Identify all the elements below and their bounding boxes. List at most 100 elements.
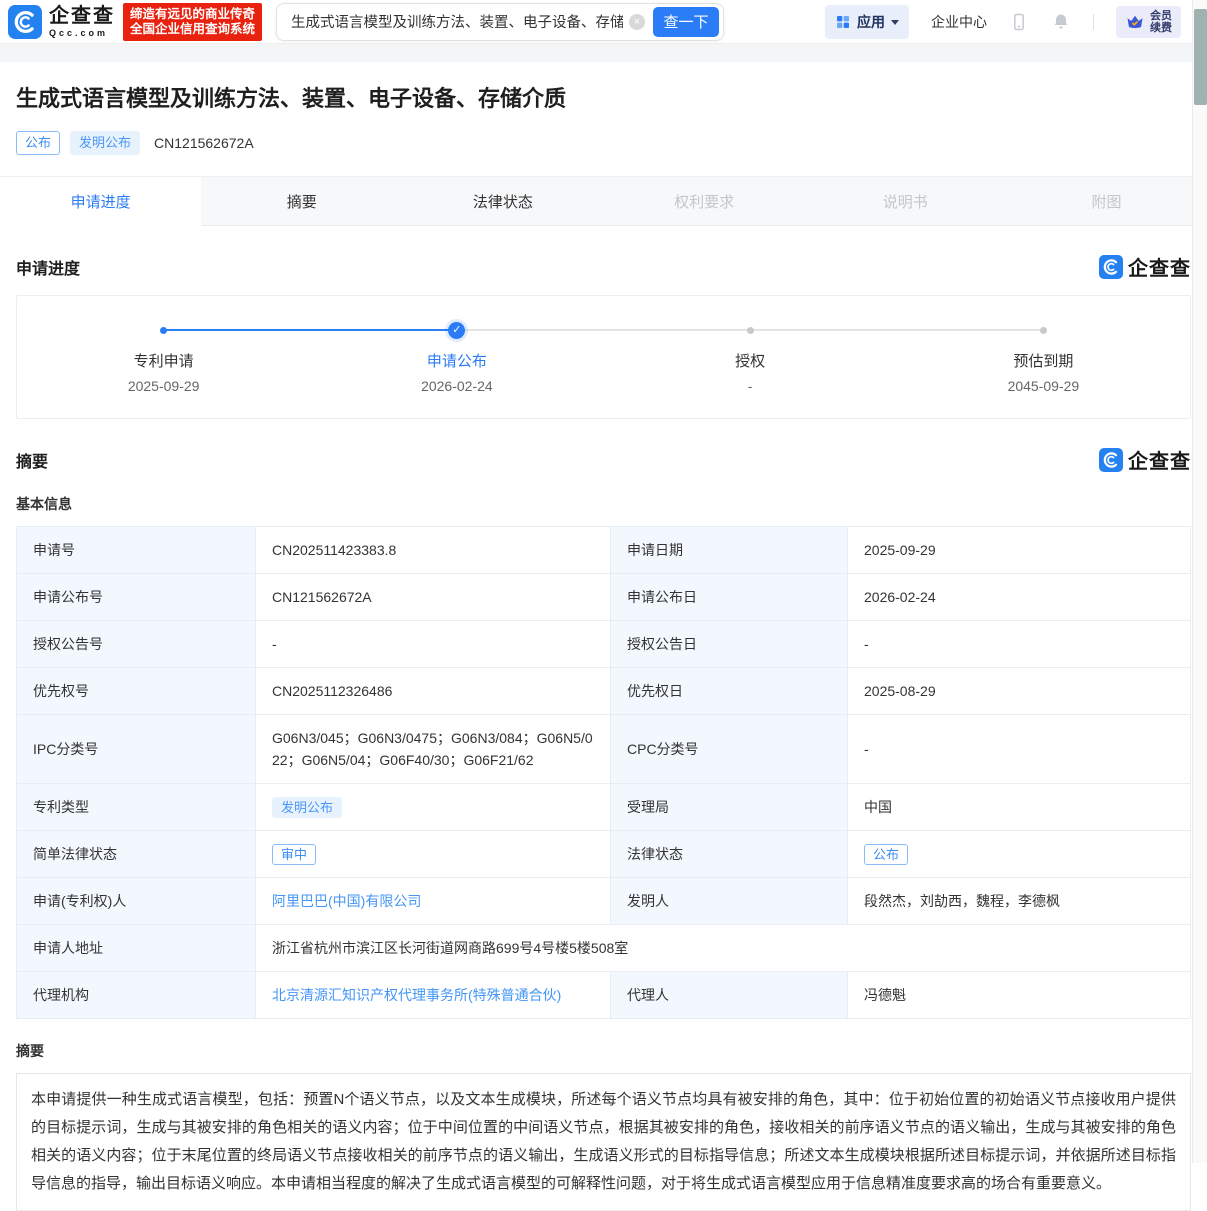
qcc-watermark: 企查查 xyxy=(1099,445,1191,474)
table-row: 专利类型 发明公布 受理局 中国 xyxy=(17,784,1191,831)
timeline-dot xyxy=(160,322,167,338)
top-header: 企查查 Qcc.com 缔造有远见的商业传奇 全国企业信用查询系统 × 查一下 … xyxy=(0,0,1207,44)
chevron-down-icon xyxy=(891,20,899,25)
tab-abstract[interactable]: 摘要 xyxy=(201,177,402,225)
notification-bell-icon[interactable] xyxy=(1051,12,1071,32)
table-row: 代理机构 北京清源汇知识产权代理事务所(特殊普通合伙) 代理人 冯德魁 xyxy=(17,972,1191,1019)
scrollbar-thumb[interactable] xyxy=(1194,9,1207,105)
simple-legal-status-badge: 审中 xyxy=(272,844,316,865)
apps-grid-icon xyxy=(835,14,851,30)
applicant-link[interactable]: 阿里巴巴(中国)有限公司 xyxy=(272,893,421,909)
timeline-step-date: 2026-02-24 xyxy=(421,378,493,394)
field-label: 简单法律状态 xyxy=(17,831,256,878)
summary-section-header: 摘要 企查查 xyxy=(16,445,1191,474)
field-label: IPC分类号 xyxy=(17,715,256,784)
field-value: CN202511423383.8 xyxy=(256,527,611,574)
field-value: 段然杰，刘劼西，魏程，李德枫 xyxy=(848,878,1191,925)
header-divider xyxy=(1093,14,1094,30)
legal-status-badge: 公布 xyxy=(864,844,908,865)
table-row: 授权公告号 - 授权公告日 - xyxy=(17,621,1191,668)
member-renew-button[interactable]: 会员 续费 xyxy=(1116,6,1181,38)
qcc-logo[interactable]: 企查查 Qcc.com xyxy=(8,5,115,39)
tab-application-progress[interactable]: 申请进度 xyxy=(0,177,201,226)
field-value: - xyxy=(256,621,611,668)
field-label: 发明人 xyxy=(611,878,848,925)
summary-section: 摘要 企查查 基本信息 申请号 CN202511423383.8 申请日期 20… xyxy=(0,445,1207,1211)
timeline-step-publication: ✓ 申请公布 2026-02-24 xyxy=(310,322,603,394)
timeline-dot: ✓ xyxy=(448,322,465,338)
field-value: 北京清源汇知识产权代理事务所(特殊普通合伙) xyxy=(256,972,611,1019)
qcc-watermark-icon xyxy=(1099,255,1123,279)
table-row: 申请(专利权)人 阿里巴巴(中国)有限公司 发明人 段然杰，刘劼西，魏程，李德枫 xyxy=(17,878,1191,925)
field-label: CPC分类号 xyxy=(611,715,848,784)
field-label: 申请人地址 xyxy=(17,925,256,972)
field-value: - xyxy=(848,715,1191,784)
field-label: 代理机构 xyxy=(17,972,256,1019)
page-gap xyxy=(0,44,1207,62)
field-label: 授权公告号 xyxy=(17,621,256,668)
search-button[interactable]: 查一下 xyxy=(653,7,719,37)
timeline-step-label: 授权 xyxy=(735,350,765,371)
table-row: 优先权号 CN2025112326486 优先权日 2025-08-29 xyxy=(17,668,1191,715)
detail-tabs: 申请进度 摘要 法律状态 权利要求 说明书 附图 xyxy=(0,176,1207,226)
page-scrollbar[interactable] xyxy=(1192,0,1207,1163)
field-value: 浙江省杭州市滨江区长河街道网商路699号4号楼5楼508室 xyxy=(256,925,1191,972)
slogan-line-1: 缔造有远见的商业传奇 xyxy=(130,7,255,22)
qcc-watermark-text: 企查查 xyxy=(1128,445,1191,474)
brand-text: 企查查 Qcc.com xyxy=(49,6,115,38)
tab-legal-status[interactable]: 法律状态 xyxy=(402,177,603,225)
check-icon: ✓ xyxy=(448,322,465,339)
agency-link[interactable]: 北京清源汇知识产权代理事务所(特殊普通合伙) xyxy=(272,987,561,1003)
field-label: 申请公布号 xyxy=(17,574,256,621)
patent-type-badge: 发明公布 xyxy=(272,797,342,818)
field-value: 冯德魁 xyxy=(848,972,1191,1019)
slogan-line-2: 全国企业信用查询系统 xyxy=(130,22,255,37)
progress-timeline: 专利申请 2025-09-29 ✓ 申请公布 2026-02-24 授权 - 预… xyxy=(17,322,1190,394)
mobile-phone-icon[interactable] xyxy=(1009,12,1029,32)
search-input[interactable] xyxy=(289,13,625,31)
field-label: 优先权日 xyxy=(611,668,848,715)
field-label: 优先权号 xyxy=(17,668,256,715)
publication-number: CN121562672A xyxy=(154,135,254,151)
table-row: 申请公布号 CN121562672A 申请公布日 2026-02-24 xyxy=(17,574,1191,621)
field-value: 2025-09-29 xyxy=(848,527,1191,574)
qcc-logo-icon xyxy=(8,5,42,39)
qcc-watermark: 企查查 xyxy=(1099,252,1191,281)
table-row: 简单法律状态 审中 法律状态 公布 xyxy=(17,831,1191,878)
field-label: 申请(专利权)人 xyxy=(17,878,256,925)
timeline-step-label: 申请公布 xyxy=(427,350,487,371)
apps-menu-button[interactable]: 应用 xyxy=(825,5,909,39)
field-value: 审中 xyxy=(256,831,611,878)
timeline-step-filing: 专利申请 2025-09-29 xyxy=(17,322,310,394)
patent-badge-row: 公布 发明公布 CN121562672A xyxy=(16,130,1191,156)
timeline-step-date: 2045-09-29 xyxy=(1008,378,1080,394)
basic-info-table: 申请号 CN202511423383.8 申请日期 2025-09-29 申请公… xyxy=(16,526,1191,1019)
brand-domain: Qcc.com xyxy=(49,28,115,38)
clear-search-icon[interactable]: × xyxy=(629,14,645,30)
basic-info-title: 基本信息 xyxy=(16,494,1191,514)
timeline-step-label: 预估到期 xyxy=(1013,350,1073,371)
field-label: 授权公告日 xyxy=(611,621,848,668)
timeline-step-date: - xyxy=(748,378,753,394)
apps-menu-label: 应用 xyxy=(857,12,885,32)
patent-title-card: 生成式语言模型及训练方法、装置、电子设备、存储介质 公布 发明公布 CN1215… xyxy=(0,62,1207,176)
field-value: 中国 xyxy=(848,784,1191,831)
qcc-watermark-text: 企查查 xyxy=(1128,252,1191,281)
tab-claims: 权利要求 xyxy=(604,177,805,225)
field-value: CN121562672A xyxy=(256,574,611,621)
field-value: 发明公布 xyxy=(256,784,611,831)
field-label: 申请公布日 xyxy=(611,574,848,621)
patent-type-badge: 发明公布 xyxy=(70,131,140,155)
enterprise-center-link[interactable]: 企业中心 xyxy=(931,12,987,32)
crown-icon xyxy=(1125,12,1145,32)
field-value: 阿里巴巴(中国)有限公司 xyxy=(256,878,611,925)
brand-slogan: 缔造有远见的商业传奇 全国企业信用查询系统 xyxy=(123,3,262,41)
field-label: 专利类型 xyxy=(17,784,256,831)
field-value: 2025-08-29 xyxy=(848,668,1191,715)
table-row: 申请号 CN202511423383.8 申请日期 2025-09-29 xyxy=(17,527,1191,574)
application-progress-section: 申请进度 企查查 专利申请 2025-09-29 ✓ 申请公布 2026-02-… xyxy=(0,252,1207,419)
timeline-step-label: 专利申请 xyxy=(134,350,194,371)
field-value: - xyxy=(848,621,1191,668)
field-label: 申请日期 xyxy=(611,527,848,574)
header-right: 应用 企业中心 会员 续费 xyxy=(825,5,1181,39)
